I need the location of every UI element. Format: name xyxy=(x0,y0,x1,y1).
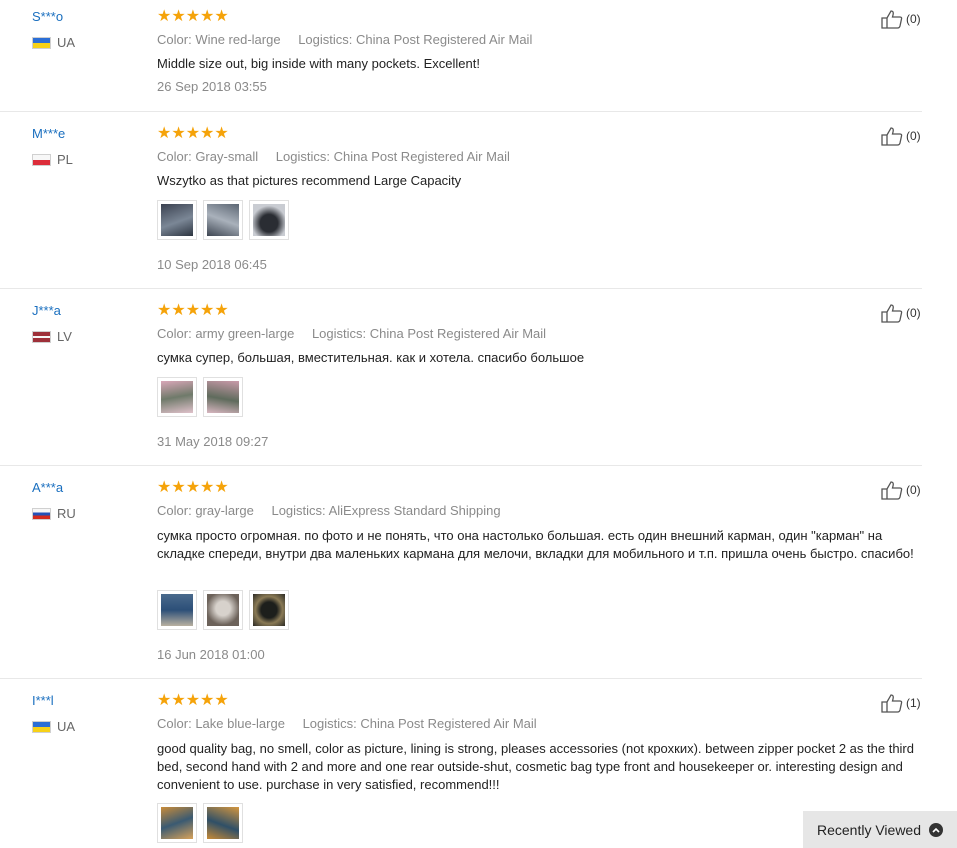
logistics-label: Logistics: xyxy=(298,32,353,47)
review-item: M***e PL ★★★★★ Color: Gray-small Logisti… xyxy=(0,111,922,289)
flag-ua-icon xyxy=(32,720,51,733)
review-text: Wszytko as that pictures recommend Large… xyxy=(157,173,462,188)
helpful-count: (0) xyxy=(906,306,921,320)
review-photo-thumbnail[interactable] xyxy=(203,803,243,843)
review-photo-thumbnail[interactable] xyxy=(249,200,289,240)
review-photo-thumbnail[interactable] xyxy=(157,377,197,417)
review-item: J***a LV ★★★★★ Color: army green-large L… xyxy=(0,288,922,466)
color-label: Color: xyxy=(157,716,192,731)
review-text: Middle size out, big inside with many po… xyxy=(157,56,480,71)
chevron-up-icon xyxy=(929,822,944,837)
logistics-value: China Post Registered Air Mail xyxy=(369,326,547,341)
flag-ua-icon xyxy=(32,36,51,49)
reviewer-name[interactable]: S***o xyxy=(32,9,63,24)
logistics-label: Logistics: xyxy=(302,716,357,731)
color-label: Color: xyxy=(157,503,192,518)
helpful-count: (0) xyxy=(906,129,921,143)
order-info: Color: army green-large Logistics: China… xyxy=(157,326,546,341)
thumbs-up-icon xyxy=(881,304,903,323)
reviewer-country: LV xyxy=(32,329,72,344)
helpful-button[interactable]: (0) xyxy=(880,126,921,146)
review-item: S***o UA ★★★★★ Color: Wine red-large Log… xyxy=(0,0,922,112)
review-date: 26 Sep 2018 03:55 xyxy=(157,79,267,94)
review-item: A***a RU ★★★★★ Color: gray-large Logisti… xyxy=(0,465,922,679)
star-rating: ★★★★★ xyxy=(157,692,229,709)
star-rating: ★★★★★ xyxy=(157,8,229,25)
logistics-label: Logistics: xyxy=(271,503,326,518)
helpful-button[interactable]: (0) xyxy=(880,9,921,29)
review-photo-thumbnail[interactable] xyxy=(203,590,243,630)
review-photo-thumbnail[interactable] xyxy=(157,803,197,843)
color-label: Color: xyxy=(157,326,192,341)
review-photo-thumbnail[interactable] xyxy=(157,200,197,240)
order-info: Color: Wine red-large Logistics: China P… xyxy=(157,32,532,47)
logistics-label: Logistics: xyxy=(275,149,330,164)
review-date: 16 Jun 2018 01:00 xyxy=(157,647,265,662)
color-label: Color: xyxy=(157,149,192,164)
logistics-value: China Post Registered Air Mail xyxy=(360,716,537,731)
helpful-button[interactable]: (1) xyxy=(880,693,921,713)
order-info: Color: Lake blue-large Logistics: China … xyxy=(157,716,537,731)
color-label: Color: xyxy=(157,32,192,47)
helpful-count: (0) xyxy=(906,483,921,497)
helpful-count: (1) xyxy=(906,696,921,710)
review-text: good quality bag, no smell, color as pic… xyxy=(157,741,914,792)
flag-pl-icon xyxy=(32,153,51,166)
helpful-button[interactable]: (0) xyxy=(880,480,921,500)
logistics-value: China Post Registered Air Mail xyxy=(356,32,533,47)
thumbs-up-icon xyxy=(881,10,903,29)
reviewer-country: UA xyxy=(32,35,75,50)
thumbs-up-icon xyxy=(881,127,903,146)
country-code: LV xyxy=(57,329,72,344)
color-value: army green-large xyxy=(195,326,295,341)
reviewer-name[interactable]: J***a xyxy=(32,303,61,318)
review-photo-thumbnail[interactable] xyxy=(157,590,197,630)
review-text: сумка просто огромная. по фото и не поня… xyxy=(157,528,914,561)
review-date: 31 May 2018 09:27 xyxy=(157,434,269,449)
logistics-value: AliExpress Standard Shipping xyxy=(328,503,501,518)
recently-viewed-button[interactable]: Recently Viewed xyxy=(803,811,957,848)
thumbs-up-icon xyxy=(881,694,903,713)
star-rating: ★★★★★ xyxy=(157,125,229,142)
country-code: UA xyxy=(57,719,76,734)
reviewer-country: PL xyxy=(32,152,73,167)
country-code: PL xyxy=(57,152,73,167)
star-rating: ★★★★★ xyxy=(157,479,229,496)
color-value: Wine red-large xyxy=(195,32,281,47)
reviewer-name[interactable]: A***a xyxy=(32,480,63,495)
reviewer-name[interactable]: I***l xyxy=(32,693,54,708)
helpful-count: (0) xyxy=(906,12,921,26)
review-text: сумка супер, большая, вместительная. как… xyxy=(157,350,585,365)
review-photos xyxy=(157,200,289,240)
review-photos xyxy=(157,377,243,417)
recently-viewed-label: Recently Viewed xyxy=(816,821,922,838)
review-date: 10 Sep 2018 06:45 xyxy=(157,257,267,272)
logistics-value: China Post Registered Air Mail xyxy=(333,149,510,164)
review-photo-thumbnail[interactable] xyxy=(249,590,289,630)
review-photos xyxy=(157,590,289,630)
review-photos xyxy=(157,803,243,843)
thumbs-up-icon xyxy=(881,481,903,500)
helpful-button[interactable]: (0) xyxy=(880,303,921,323)
flag-lv-icon xyxy=(32,330,51,343)
color-value: Gray-small xyxy=(195,149,259,164)
color-value: Lake blue-large xyxy=(195,716,285,731)
reviewer-country: RU xyxy=(32,506,76,521)
star-rating: ★★★★★ xyxy=(157,302,229,319)
color-value: gray-large xyxy=(195,503,254,518)
order-info: Color: gray-large Logistics: AliExpress … xyxy=(157,503,501,518)
country-code: UA xyxy=(57,35,76,50)
order-info: Color: Gray-small Logistics: China Post … xyxy=(157,149,510,164)
reviewer-country: UA xyxy=(32,719,75,734)
logistics-label: Logistics: xyxy=(311,326,367,341)
review-item: I***l UA ★★★★★ Color: Lake blue-large Lo… xyxy=(0,678,922,848)
reviewer-name[interactable]: M***e xyxy=(32,126,65,141)
review-photo-thumbnail[interactable] xyxy=(203,377,243,417)
flag-ru-icon xyxy=(32,507,51,520)
country-code: RU xyxy=(57,506,76,521)
review-photo-thumbnail[interactable] xyxy=(203,200,243,240)
